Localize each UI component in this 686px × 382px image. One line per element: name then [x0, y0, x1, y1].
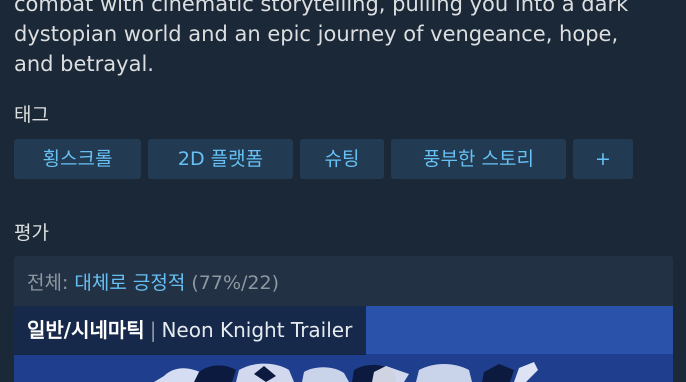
- review-summary-box: 전체: 대체로 긍정적 (77%/22) 일반/시네마틱 | Neon Knight…: [14, 256, 673, 382]
- description-line: and betrayal.: [14, 52, 154, 76]
- tag-story-rich[interactable]: 풍부한 스토리: [391, 139, 566, 179]
- description-line: dystopian world and an epic journey of v…: [14, 22, 619, 46]
- overall-review[interactable]: 전체: 대체로 긍정적 (77%/22): [27, 268, 279, 295]
- overall-review-stats: (77%/22): [185, 272, 280, 294]
- game-description: combat with cinematic storytelling, pull…: [14, 0, 674, 79]
- reviews-heading: 평가: [14, 222, 49, 244]
- tag-2d-platformer[interactable]: 2D 플랫폼: [148, 139, 293, 179]
- tag-side-scroller[interactable]: 횡스크롤: [14, 139, 141, 179]
- trailer-caption: 일반/시네마틱 | Neon Knight Trailer: [14, 306, 367, 355]
- more-tags-button[interactable]: +: [573, 139, 633, 179]
- trailer-category: 일반/시네마틱: [27, 318, 145, 342]
- overall-review-label: 전체:: [27, 272, 75, 294]
- trailer-video[interactable]: 일반/시네마틱 | Neon Knight Trailer: [14, 306, 673, 382]
- overall-review-summary[interactable]: 대체로 긍정적: [74, 272, 185, 294]
- tags-heading: 태그: [14, 104, 49, 126]
- store-page: combat with cinematic storytelling, pull…: [0, 0, 686, 382]
- trailer-separator: |: [149, 318, 157, 342]
- trailer-title: Neon Knight Trailer: [161, 318, 353, 342]
- description-line: combat with cinematic storytelling, pull…: [14, 0, 629, 16]
- tag-list: 횡스크롤 2D 플랫폼 슈팅 풍부한 스토리 +: [14, 139, 633, 179]
- tag-shooter[interactable]: 슈팅: [300, 139, 384, 179]
